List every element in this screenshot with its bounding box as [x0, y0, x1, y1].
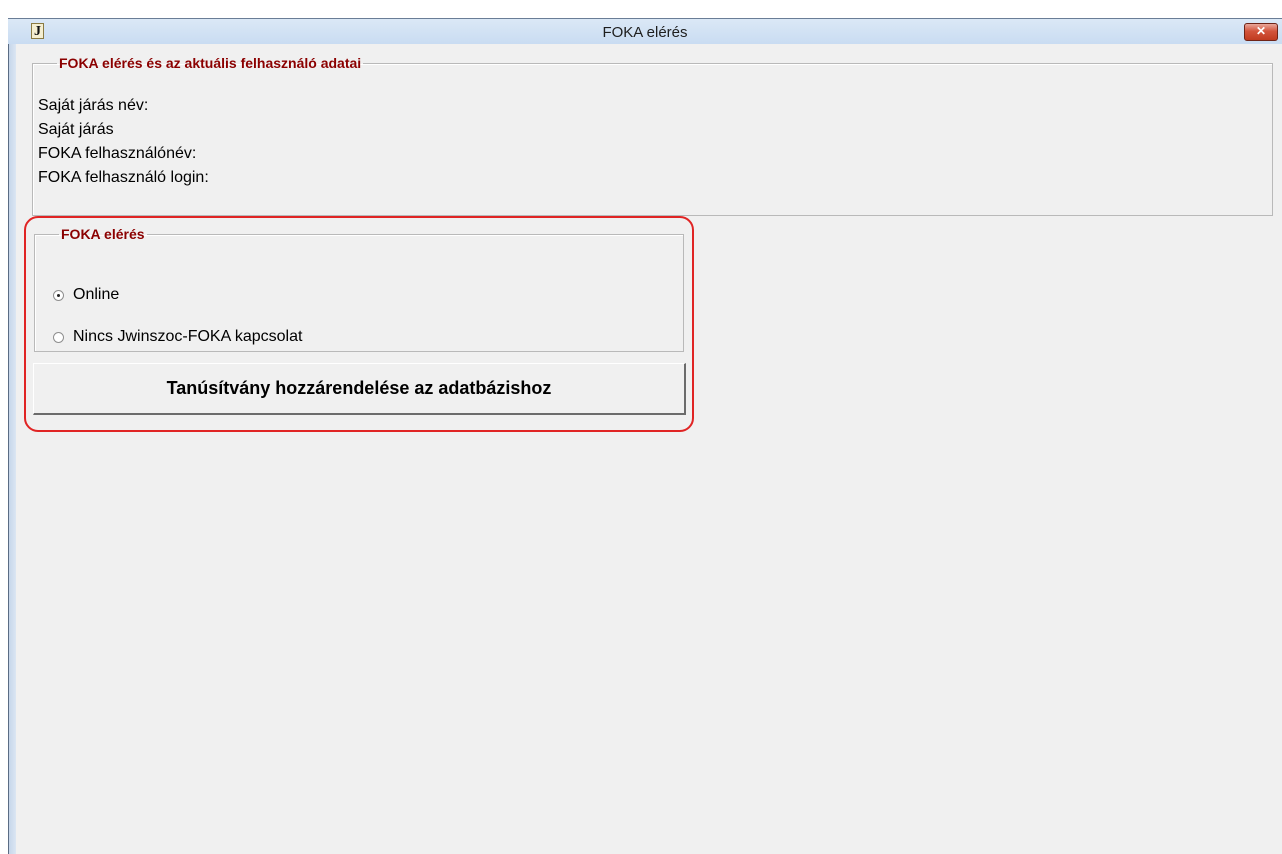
user-info-group: FOKA elérés és az aktuális felhasználó a…: [32, 55, 1273, 216]
foka-access-legend: FOKA elérés: [61, 226, 145, 242]
user-info-legend: FOKA elérés és az aktuális felhasználó a…: [59, 55, 362, 71]
title-bar[interactable]: J FOKA elérés ✕: [8, 18, 1282, 44]
foka-username-label: FOKA felhasználónév:: [38, 145, 197, 162]
own-district-label: Saját járás: [38, 121, 114, 138]
radio-online-label[interactable]: Online: [73, 286, 119, 304]
close-button[interactable]: ✕: [1244, 23, 1278, 41]
radio-no-connection-icon[interactable]: [53, 331, 64, 343]
foka-access-group: FOKA elérés Online Nincs Jwinszoc-FOKA k…: [34, 226, 684, 352]
foka-user-login-label: FOKA felhasználó login:: [38, 169, 209, 186]
radio-online[interactable]: Online: [53, 286, 119, 304]
assign-certificate-button[interactable]: Tanúsítvány hozzárendelése az adatbázish…: [33, 363, 686, 415]
own-district-name-label: Saját járás név:: [38, 97, 149, 114]
radio-no-connection[interactable]: Nincs Jwinszoc-FOKA kapcsolat: [53, 328, 302, 346]
radio-no-connection-label[interactable]: Nincs Jwinszoc-FOKA kapcsolat: [73, 328, 302, 346]
window-left-frame: [8, 18, 16, 854]
radio-online-icon[interactable]: [53, 289, 64, 301]
window-title: FOKA elérés: [602, 24, 688, 41]
